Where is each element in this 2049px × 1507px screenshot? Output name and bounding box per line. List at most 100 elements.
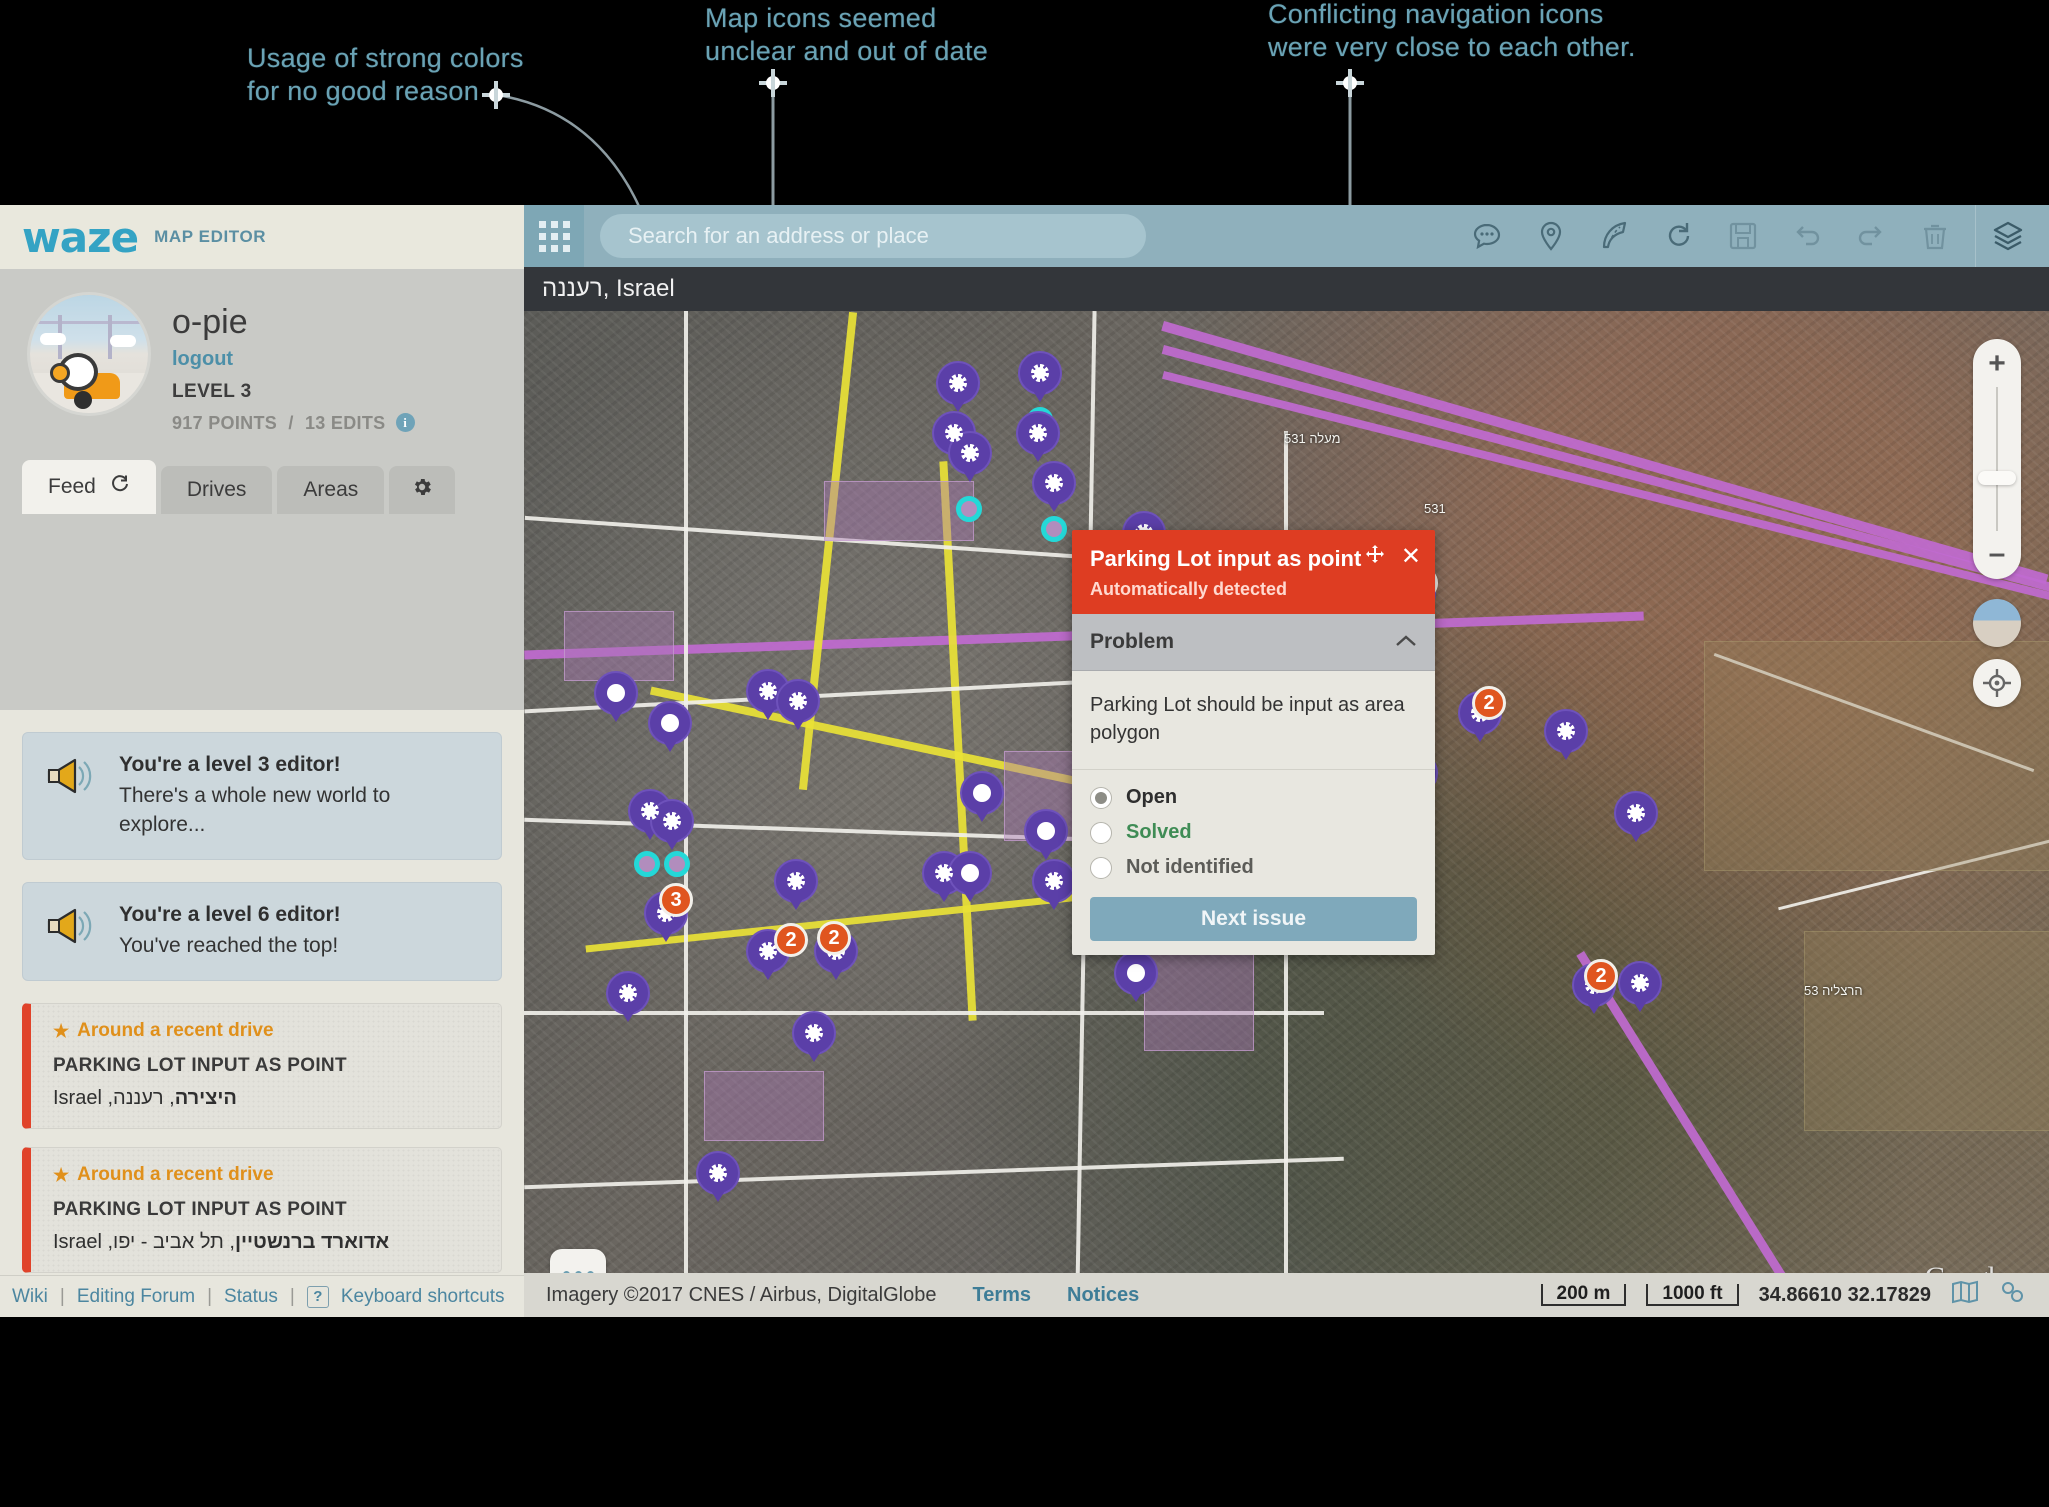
map-marker[interactable] — [696, 1151, 740, 1195]
feed-item-location: אדוארד ברנשטיין, תל אביב - יפו, Israel — [53, 1231, 481, 1254]
zoom-handle[interactable] — [1978, 470, 2016, 485]
radio-not-identified[interactable] — [1090, 856, 1112, 879]
map-marker[interactable] — [776, 679, 820, 723]
issue-popup[interactable]: Parking Lot input as point Automatically… — [1072, 530, 1435, 955]
feed-list[interactable]: You're a level 3 editor! There's a whole… — [0, 710, 524, 1277]
footer-divider: | — [289, 1285, 295, 1307]
zoom-out-button[interactable]: – — [1989, 539, 2006, 569]
info-icon[interactable]: i — [395, 413, 415, 432]
delete-icon[interactable] — [1903, 205, 1967, 267]
zoom-track[interactable] — [1978, 387, 2016, 531]
star-icon: ★ — [53, 1164, 70, 1185]
marker-badge[interactable]: 2 — [817, 921, 851, 955]
notices-link[interactable]: Notices — [1067, 1284, 1139, 1307]
marker-badge[interactable]: 3 — [659, 883, 693, 917]
map-point-marker[interactable] — [956, 496, 982, 522]
zoom-in-button[interactable]: + — [1988, 349, 2006, 379]
chat-icon[interactable] — [1455, 205, 1519, 267]
map-marker[interactable] — [1618, 961, 1662, 1005]
road-segment-icon[interactable] — [1583, 205, 1647, 267]
map-label: מעלה 531 — [1284, 431, 1341, 446]
map-label: 531 — [1424, 501, 1446, 516]
move-icon[interactable] — [1365, 544, 1385, 569]
map-point-marker[interactable] — [634, 851, 660, 877]
tab-areas-label: Areas — [303, 478, 359, 501]
next-issue-button[interactable]: Next issue — [1090, 897, 1417, 941]
undo-icon[interactable] — [1775, 205, 1839, 267]
map-marker[interactable] — [936, 361, 980, 405]
map-marker[interactable] — [1032, 859, 1076, 903]
close-icon[interactable]: ✕ — [1401, 544, 1421, 569]
issue-problem-section[interactable]: Problem — [1072, 614, 1435, 671]
annotation-nav-icons: Conflicting navigation icons were very c… — [1268, 0, 1636, 62]
sidebar: waze MAP EDITOR o-pie logout LEVEL 3 917… — [0, 205, 524, 1317]
issue-option-not-identified[interactable]: Not identified — [1090, 856, 1417, 879]
issue-popup-header: Parking Lot input as point Automatically… — [1072, 530, 1435, 614]
crosshair-icon[interactable] — [1973, 659, 2021, 707]
feed-item-kicker-label: Around a recent drive — [77, 1020, 274, 1041]
layers-icon[interactable] — [1975, 205, 2039, 267]
map-marker[interactable] — [1024, 809, 1068, 853]
feed-item[interactable]: ★ Around a recent drive PARKING LOT INPU… — [22, 1147, 502, 1273]
map-marker[interactable] — [960, 771, 1004, 815]
map-point-marker[interactable] — [664, 851, 690, 877]
place-pin-icon[interactable] — [1519, 205, 1583, 267]
keyboard-shortcuts-link[interactable]: Keyboard shortcuts — [341, 1286, 505, 1308]
terms-link[interactable]: Terms — [972, 1284, 1031, 1307]
radio-solved[interactable] — [1090, 821, 1112, 844]
redo-icon[interactable] — [1839, 205, 1903, 267]
notice-card[interactable]: You're a level 6 editor! You've reached … — [22, 882, 502, 981]
map-marker[interactable] — [594, 671, 638, 715]
waze-map-editor-window: waze MAP EDITOR o-pie logout LEVEL 3 917… — [0, 205, 2049, 1317]
points-value: 917 POINTS — [172, 413, 278, 433]
zoom-slider[interactable]: + – — [1973, 339, 2021, 579]
tab-settings[interactable] — [389, 466, 456, 514]
search-input[interactable] — [600, 214, 1146, 258]
map-marker[interactable] — [1614, 791, 1658, 835]
user-level: LEVEL 3 — [172, 381, 252, 402]
help-key-icon[interactable]: ? — [306, 1285, 329, 1308]
marker-badge[interactable]: 2 — [1584, 959, 1618, 993]
radio-open[interactable] — [1090, 786, 1112, 809]
map-marker[interactable] — [606, 971, 650, 1015]
map-marker[interactable] — [1114, 951, 1158, 995]
chevron-up-icon[interactable] — [1395, 630, 1417, 654]
logout-link[interactable]: logout — [172, 348, 415, 371]
satellite-toggle-icon[interactable] — [1973, 599, 2021, 647]
feed-item-title: PARKING LOT INPUT AS POINT — [53, 1055, 347, 1076]
roundabout-icon[interactable] — [1647, 205, 1711, 267]
status-link[interactable]: Status — [224, 1286, 278, 1308]
map-icon[interactable] — [1951, 1280, 1979, 1310]
sidebar-footer: Wiki | Editing Forum | Status | ? Keyboa… — [0, 1275, 524, 1317]
star-icon: ★ — [53, 1020, 70, 1041]
tab-feed[interactable]: Feed — [22, 460, 156, 514]
screenshot-root: Usage of strong colors for no good reaso… — [0, 0, 2049, 1507]
map-label: הרצליה 53 — [1804, 983, 1863, 998]
issue-description-body: Parking Lot should be input as area poly… — [1072, 671, 1435, 769]
marker-badge[interactable]: 2 — [774, 923, 808, 957]
map-marker[interactable] — [648, 701, 692, 745]
map-marker[interactable] — [1032, 461, 1076, 505]
link-icon[interactable] — [1999, 1280, 2027, 1310]
map-marker[interactable] — [774, 859, 818, 903]
marker-badge[interactable]: 2 — [1472, 686, 1506, 720]
issue-option-solved[interactable]: Solved — [1090, 821, 1417, 844]
wiki-link[interactable]: Wiki — [12, 1286, 48, 1308]
notice-card[interactable]: You're a level 3 editor! There's a whole… — [22, 732, 502, 860]
map-marker[interactable] — [1544, 709, 1588, 753]
map-marker[interactable] — [792, 1011, 836, 1055]
map-marker[interactable] — [948, 851, 992, 895]
map-marker[interactable] — [1016, 411, 1060, 455]
map-marker[interactable] — [1018, 351, 1062, 395]
editing-forum-link[interactable]: Editing Forum — [77, 1286, 195, 1308]
map-status-bar: Imagery ©2017 CNES / Airbus, DigitalGlob… — [524, 1273, 2049, 1317]
issue-option-open[interactable]: Open — [1090, 786, 1417, 809]
avatar[interactable] — [30, 295, 148, 413]
app-grid-icon[interactable] — [524, 205, 584, 267]
refresh-icon[interactable] — [110, 474, 130, 500]
feed-item[interactable]: ★ Around a recent drive PARKING LOT INPU… — [22, 1003, 502, 1129]
map-point-marker[interactable] — [1041, 516, 1067, 542]
tab-areas[interactable]: Areas — [277, 466, 385, 514]
tab-drives[interactable]: Drives — [160, 466, 273, 514]
save-icon[interactable] — [1711, 205, 1775, 267]
